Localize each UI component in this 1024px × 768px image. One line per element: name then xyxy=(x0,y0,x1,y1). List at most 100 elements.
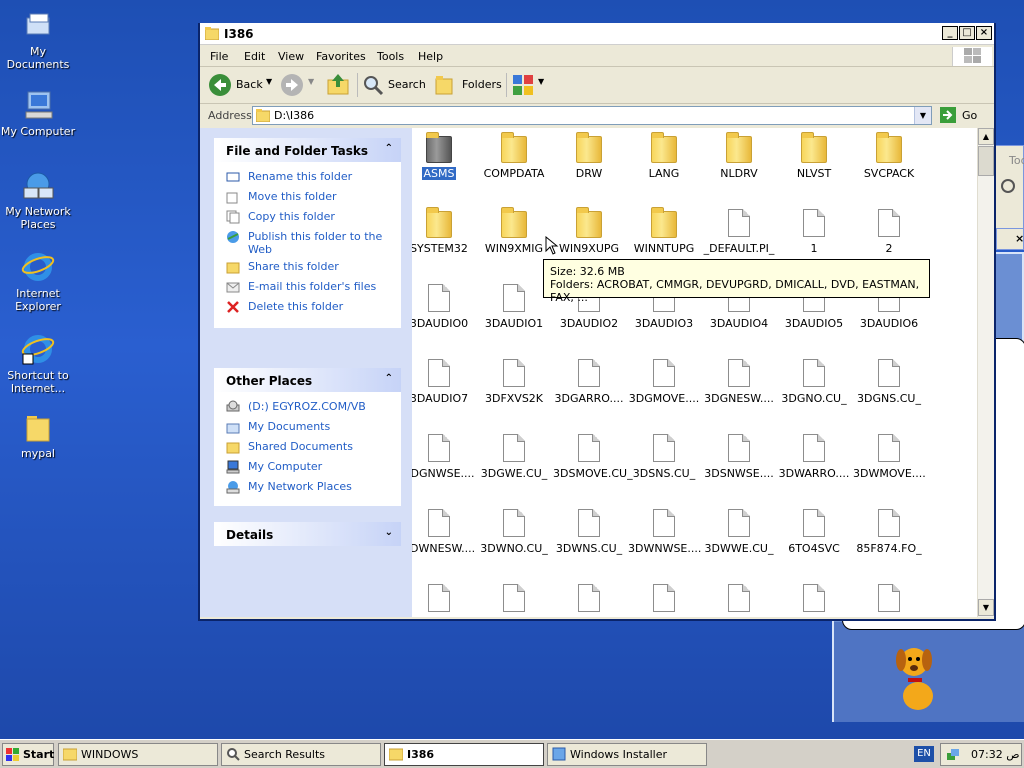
desktop-icon-internet-explorer[interactable]: Internet Explorer xyxy=(0,250,76,313)
expand-chevron-icon[interactable]: ⌄ xyxy=(385,527,393,538)
desktop-icon-my-computer[interactable]: My Computer xyxy=(0,88,76,138)
scroll-up-button[interactable]: ▲ xyxy=(978,128,994,145)
taskbar-button-windows-installer[interactable]: Windows Installer xyxy=(547,743,707,766)
file-item[interactable]: 3DWNESW.... xyxy=(412,507,477,555)
file-item[interactable]: 1 xyxy=(776,207,852,255)
file-item[interactable]: 3DAUDIO0 xyxy=(412,282,477,330)
desktop-icon-internet-shortcut[interactable]: Shortcut to Internet... xyxy=(0,332,76,395)
file-item[interactable]: 3DGNWSE.... xyxy=(412,432,477,480)
file-item[interactable]: 3DGNO.CU_ xyxy=(776,357,852,405)
file-item[interactable]: 3DWNWSE.... xyxy=(626,507,702,555)
folder-item[interactable]: WIN9XUPG xyxy=(551,207,627,255)
place-shared-documents[interactable]: Shared Documents xyxy=(214,440,401,460)
maximize-button[interactable]: □ xyxy=(959,26,975,40)
desktop-icon-network-places[interactable]: My Network Places xyxy=(0,168,76,231)
task-rename-folder[interactable]: Rename this folder xyxy=(214,170,401,190)
panel-header[interactable]: File and Folder Tasks ⌃ xyxy=(214,138,401,162)
folder-item[interactable]: WINNTUPG xyxy=(626,207,702,255)
collapse-chevron-icon[interactable]: ⌃ xyxy=(385,143,393,154)
file-item[interactable]: 3DSNS.CU_ xyxy=(626,432,702,480)
chevron-down-icon[interactable]: ▼ xyxy=(308,77,314,86)
back-button[interactable]: Back ▼ xyxy=(206,72,276,98)
clock[interactable]: 07:32 ص xyxy=(971,748,1020,761)
file-item[interactable]: 2 xyxy=(851,207,927,255)
file-item[interactable] xyxy=(412,582,477,617)
close-button[interactable]: × xyxy=(976,26,992,40)
file-item[interactable] xyxy=(776,582,852,617)
file-item[interactable]: 3DWARRO.... xyxy=(776,432,852,480)
file-item[interactable]: 3DGNS.CU_ xyxy=(851,357,927,405)
dog-assistant-icon[interactable] xyxy=(888,642,958,714)
scroll-thumb[interactable] xyxy=(978,146,994,176)
panel-header[interactable]: Details ⌄ xyxy=(214,522,401,546)
folder-item[interactable]: COMPDATA xyxy=(476,132,552,180)
menu-favorites[interactable]: Favorites xyxy=(316,50,366,63)
task-publish-web[interactable]: Publish this folder to the Web xyxy=(214,230,401,260)
task-email-files[interactable]: E-mail this folder's files xyxy=(214,280,401,300)
forward-button[interactable]: ▼ xyxy=(278,72,318,98)
folder-item[interactable]: SYSTEM32 xyxy=(412,207,477,255)
file-item[interactable]: 3DGNESW.... xyxy=(701,357,777,405)
file-item[interactable]: 3DAUDIO1 xyxy=(476,282,552,330)
file-item[interactable]: 3DAUDIO7 xyxy=(412,357,477,405)
address-dropdown-button[interactable]: ▼ xyxy=(914,107,931,124)
folder-item[interactable]: SVCPACK xyxy=(851,132,927,180)
vertical-scrollbar[interactable]: ▲ ▼ xyxy=(977,128,994,617)
minimize-button[interactable]: _ xyxy=(942,26,958,40)
task-share-folder[interactable]: Share this folder xyxy=(214,260,401,280)
background-window[interactable]: Tod xyxy=(994,145,1024,230)
scroll-down-button[interactable]: ▼ xyxy=(978,599,994,616)
up-folder-button[interactable] xyxy=(326,72,352,98)
file-item[interactable]: 3DWNO.CU_ xyxy=(476,507,552,555)
desktop-icon-my-documents[interactable]: My Documents xyxy=(0,8,76,71)
file-item[interactable]: 3DFXVS2K xyxy=(476,357,552,405)
desktop-icon-mypal[interactable]: mypal xyxy=(0,410,76,460)
file-list[interactable]: ASMS COMPDATA DRW LANG NLDRV NLVST SVCPACK SYST… xyxy=(412,128,977,617)
go-button[interactable]: Go xyxy=(938,106,990,125)
file-item[interactable]: 85F874.FO_ xyxy=(851,507,927,555)
file-item[interactable] xyxy=(851,582,927,617)
folder-item[interactable]: LANG xyxy=(626,132,702,180)
chevron-down-icon[interactable]: ▼ xyxy=(266,77,272,86)
folder-item[interactable]: WIN9XMIG xyxy=(476,207,552,255)
file-item[interactable] xyxy=(701,582,777,617)
folder-item[interactable]: NLVST xyxy=(776,132,852,180)
place-cd-drive[interactable]: (D:) EGYROZ.COM/VB xyxy=(214,400,401,420)
panel-header[interactable]: Other Places ⌃ xyxy=(214,368,401,392)
network-tray-icon[interactable] xyxy=(946,748,960,762)
menu-view[interactable]: View xyxy=(278,50,304,63)
file-item[interactable]: 3DGMOVE.... xyxy=(626,357,702,405)
file-item[interactable]: 6TO4SVC xyxy=(776,507,852,555)
file-item[interactable]: 3DWWE.CU_ xyxy=(701,507,777,555)
task-copy-folder[interactable]: Copy this folder xyxy=(214,210,401,230)
place-my-documents[interactable]: My Documents xyxy=(214,420,401,440)
file-item[interactable]: 3DSNWSE.... xyxy=(701,432,777,480)
address-field[interactable]: D:\I386 ▼ xyxy=(252,106,932,125)
taskbar-button-search-results[interactable]: Search Results xyxy=(221,743,381,766)
menu-help[interactable]: Help xyxy=(418,50,443,63)
close-icon[interactable]: × xyxy=(1015,232,1024,245)
start-button[interactable]: Start xyxy=(2,743,54,766)
file-item[interactable]: 3DSMOVE.CU_ xyxy=(551,432,633,480)
chevron-down-icon[interactable]: ▼ xyxy=(538,77,544,86)
taskbar-button-i386[interactable]: I386 xyxy=(384,743,544,766)
folders-button[interactable]: Folders xyxy=(434,72,502,98)
task-move-folder[interactable]: Move this folder xyxy=(214,190,401,210)
folder-item[interactable]: NLDRV xyxy=(701,132,777,180)
folder-item[interactable]: DRW xyxy=(551,132,627,180)
explorer-window[interactable]: I386 _ □ × File Edit View Favorites Tool… xyxy=(198,23,996,621)
file-item[interactable]: 3DGWE.CU_ xyxy=(476,432,552,480)
collapse-chevron-icon[interactable]: ⌃ xyxy=(385,373,393,384)
search-button[interactable]: Search xyxy=(362,72,428,98)
place-network[interactable]: My Network Places xyxy=(214,480,401,500)
menu-tools[interactable]: Tools xyxy=(377,50,404,63)
file-item[interactable]: 3DGARRO.... xyxy=(551,357,627,405)
place-my-computer[interactable]: My Computer xyxy=(214,460,401,480)
menu-file[interactable]: File xyxy=(210,50,228,63)
title-bar[interactable]: I386 _ □ × xyxy=(200,23,994,45)
menu-edit[interactable]: Edit xyxy=(244,50,265,63)
file-item[interactable]: _DEFAULT.PI_ xyxy=(701,207,777,255)
file-item[interactable] xyxy=(476,582,552,617)
file-item[interactable] xyxy=(551,582,627,617)
file-item[interactable]: 3DWMOVE.... xyxy=(851,432,927,480)
